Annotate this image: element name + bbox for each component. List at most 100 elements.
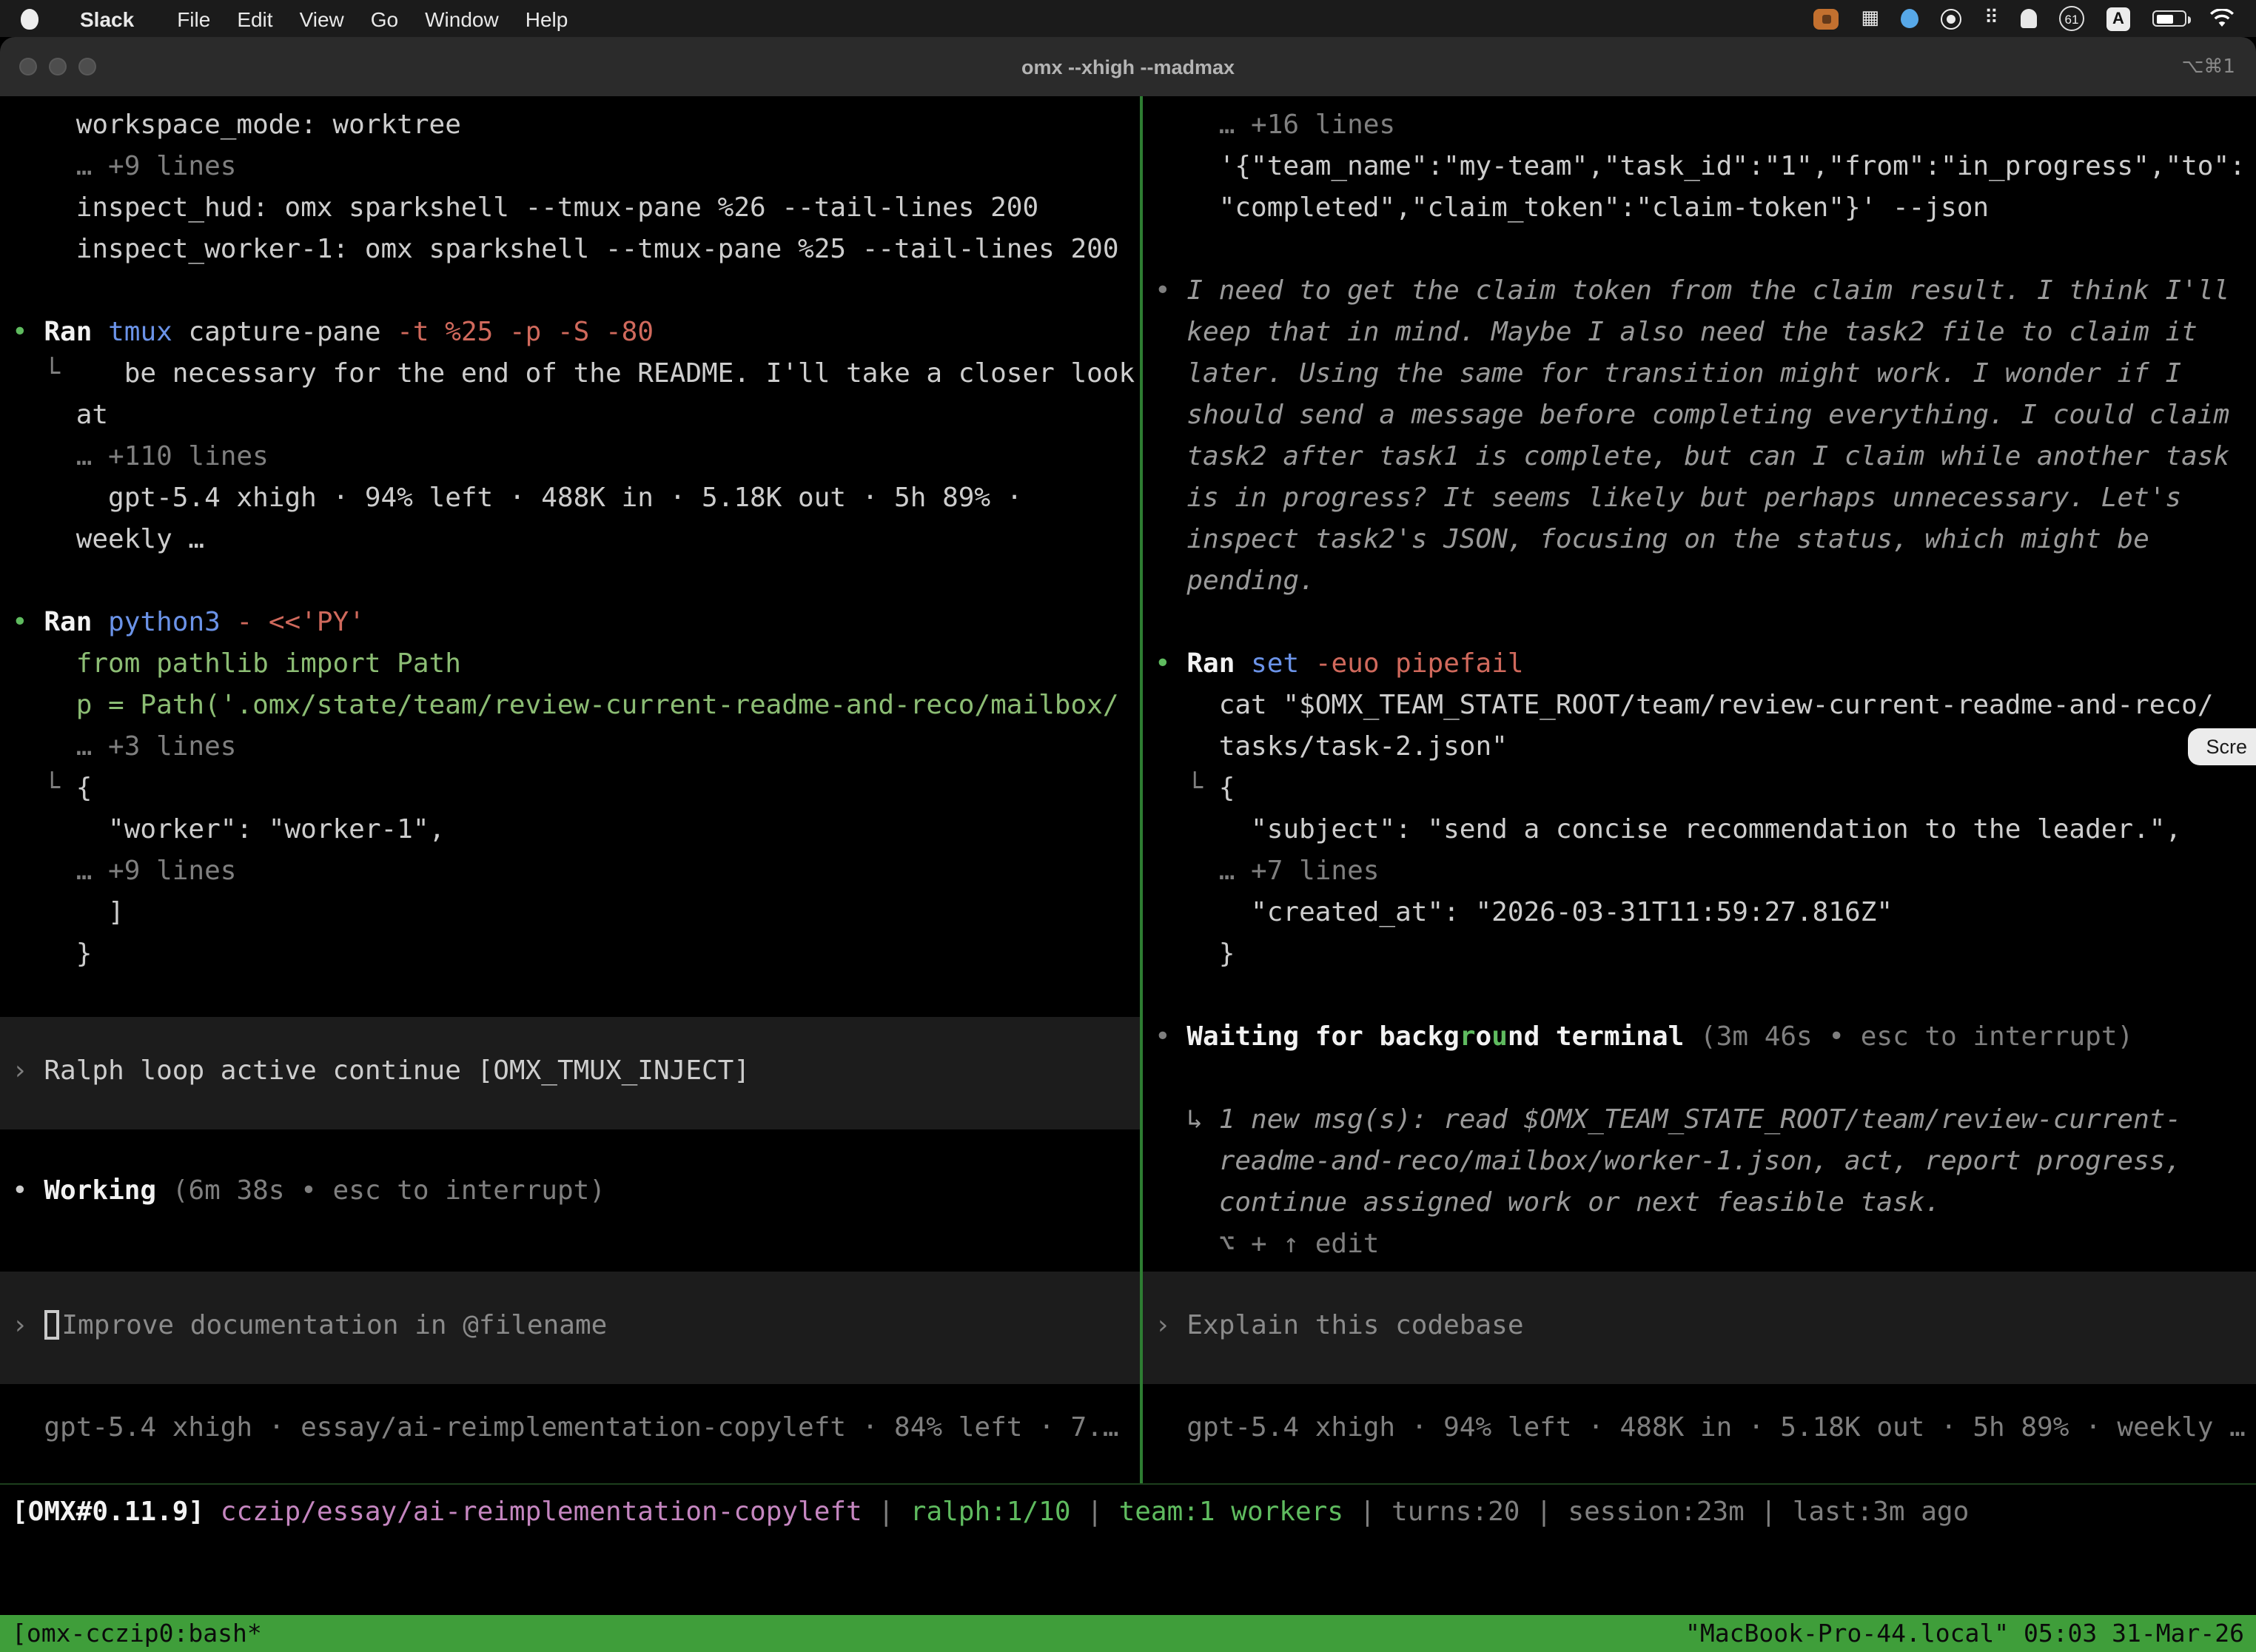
battery-percent-icon[interactable]: 61 — [2059, 6, 2084, 31]
terminal-line: ↳ 1 new msg(s): read $OMX_TEAM_STATE_ROO… — [1143, 1100, 2256, 1141]
text-segment: └ — [12, 358, 76, 389]
text-segment: Ran — [44, 317, 108, 348]
screenshot-tooltip[interactable]: Scre — [2188, 728, 2256, 765]
text-segment: … +7 lines — [1155, 856, 1379, 887]
text-segment: Ran — [1186, 648, 1251, 679]
terminal-line: } — [0, 934, 1140, 976]
text-segment: should send a message before completing … — [1155, 400, 2229, 431]
text-segment: tmux — [108, 317, 172, 348]
disc-shape — [1941, 8, 1962, 29]
text-segment: Improve documentation in @filename — [61, 1310, 607, 1341]
menubar-menus: FileEditViewGoWindowHelp — [164, 7, 581, 30]
text-segment: … +9 lines — [12, 856, 236, 887]
text-segment: cat "$OMX_TEAM_STATE_ROOT/team/review-cu… — [1155, 690, 2214, 721]
text-segment: r — [1460, 1021, 1476, 1052]
terminal-line: … +9 lines — [0, 147, 1140, 188]
text-segment: Ralph loop active continue [OMX_TMUX_INJ… — [44, 1055, 750, 1087]
window-title: omx --xhigh --madmax — [1021, 56, 1235, 78]
text-segment: u — [1491, 1021, 1508, 1052]
menu-item-window[interactable]: Window — [412, 7, 512, 30]
battery-icon[interactable] — [2152, 10, 2186, 27]
text-segment: } — [12, 939, 92, 970]
menu-item-edit[interactable]: Edit — [224, 7, 286, 30]
terminal-line: gpt-5.4 xhigh · essay/ai-reimplementatio… — [0, 1408, 1140, 1449]
blank-line — [0, 561, 1140, 602]
text-segment: (6m 38s • esc to interrupt) — [172, 1175, 605, 1206]
text-segment: • — [1155, 648, 1186, 679]
terminal-line: keep that in mind. Maybe I also need the… — [1143, 312, 2256, 354]
text-segment: continue assigned work or next feasible … — [1155, 1187, 1941, 1218]
pane-left[interactable]: workspace_mode: worktree … +9 lines insp… — [0, 96, 1140, 1483]
text-segment: python3 — [108, 607, 221, 638]
blank-line — [1143, 602, 2256, 644]
text-segment: gpt-5.4 xhigh · 94% left · 488K in · 5.1… — [12, 483, 1022, 514]
text-segment: › — [1155, 1310, 1186, 1341]
ghost-icon[interactable] — [2021, 9, 2037, 28]
text-segment: '{"team_name":"my-team","task_id":"1","f… — [1155, 151, 2246, 182]
terminal-line: weekly … — [0, 520, 1140, 561]
menubar-status-icons: ▦ ⠿ 61 A — [1813, 6, 2235, 31]
text-segment: nd terminal — [1508, 1021, 1700, 1052]
terminal-line: • I need to get the claim token from the… — [1143, 271, 2256, 312]
drop-icon[interactable] — [1901, 9, 1919, 28]
text-segment: p = Path('.omx/state/team/review-current… — [12, 690, 1119, 721]
titlebar[interactable]: omx --xhigh --madmax ⌥⌘1 — [0, 37, 2256, 96]
terminal-line: workspace_mode: worktree — [0, 105, 1140, 147]
battery-fill — [2156, 14, 2172, 23]
text-segment: task2 after task1 is complete, but can I… — [1155, 441, 2229, 472]
apple-menu-icon[interactable] — [21, 8, 38, 29]
text-segment: • — [1155, 275, 1186, 306]
omx-hud: [OMX#0.11.9] cczip/essay/ai-reimplementa… — [0, 1483, 2256, 1615]
terminal-line: └ be necessary for the end of the README… — [0, 354, 1140, 395]
dots-grid-icon[interactable]: ⠿ — [1984, 7, 1998, 30]
text-segment: └ — [12, 773, 76, 804]
terminal-line: gpt-5.4 xhigh · 94% left · 488K in · 5.1… — [1143, 1408, 2256, 1449]
text-segment: Working — [44, 1175, 172, 1206]
text-segment: gpt-5.4 xhigh · essay/ai-reimplementatio… — [12, 1412, 1119, 1443]
text-segment: "subject": "send a concise recommendatio… — [1155, 814, 2181, 845]
text-segment: … +110 lines — [12, 441, 269, 472]
text-segment: Waiting for backg — [1186, 1021, 1459, 1052]
menu-item-file[interactable]: File — [164, 7, 224, 30]
text-segment: • — [12, 317, 44, 348]
terminal-window: omx --xhigh --madmax ⌥⌘1 workspace_mode:… — [0, 37, 2256, 1652]
terminal-line: p = Path('.omx/state/team/review-current… — [0, 685, 1140, 727]
terminal-line: "completed","claim_token":"claim-token"}… — [1143, 188, 2256, 229]
wifi-icon[interactable] — [2209, 9, 2235, 28]
menubar-left: Slack FileEditViewGoWindowHelp — [21, 7, 581, 30]
text-segment: capture-pane — [172, 317, 397, 348]
text-segment: … +9 lines — [12, 151, 236, 182]
text-segment: "created_at": "2026-03-31T11:59:27.816Z" — [1155, 897, 1893, 928]
text-segment: inspect_hud: omx sparkshell --tmux-pane … — [12, 192, 1038, 224]
grid-icon[interactable]: ▦ — [1861, 7, 1879, 30]
terminal-line: continue assigned work or next feasible … — [1143, 1183, 2256, 1224]
prompt-input[interactable]: › Improve documentation in @filename — [0, 1272, 1140, 1384]
text-segment: • — [12, 1175, 44, 1206]
terminal-line: task2 after task1 is complete, but can I… — [1143, 437, 2256, 478]
minimize-button[interactable] — [49, 58, 67, 75]
menu-item-view[interactable]: View — [286, 7, 357, 30]
text-segment: "worker": "worker-1", — [12, 814, 445, 845]
text-segment: cczip/essay/ai-reimplementation-copyleft — [221, 1497, 862, 1528]
menu-item-go[interactable]: Go — [357, 7, 412, 30]
menu-item-help[interactable]: Help — [512, 7, 582, 30]
disc-icon[interactable] — [1941, 8, 1962, 29]
blank-line — [1143, 229, 2256, 271]
text-cursor — [44, 1310, 58, 1340]
tmux-session-label: [omx-cczip0:bash* — [12, 1619, 262, 1648]
menu-item-app[interactable]: Slack — [65, 7, 149, 30]
prompt-suggestion[interactable]: › Explain this codebase — [1143, 1272, 2256, 1384]
zoom-button[interactable] — [78, 58, 96, 75]
text-segment: I need to get the claim token from the c… — [1186, 275, 2229, 306]
screen: Slack FileEditViewGoWindowHelp ▦ ⠿ 61 A — [0, 0, 2256, 1652]
ralph-loop-banner: › Ralph loop active continue [OMX_TMUX_I… — [0, 1017, 1140, 1129]
screen-recording-icon[interactable] — [1813, 8, 1839, 29]
terminal-line: from pathlib import Path — [0, 644, 1140, 685]
text-segment: is in progress? It seems likely but perh… — [1155, 483, 2181, 514]
pane-right[interactable]: … +16 lines '{"team_name":"my-team","tas… — [1143, 96, 2256, 1483]
text-segment: later. Using the same for transition mig… — [1155, 358, 2181, 389]
close-button[interactable] — [19, 58, 37, 75]
spacer — [0, 1212, 1140, 1272]
input-source-icon[interactable]: A — [2106, 7, 2130, 30]
text-segment: team:1 workers — [1119, 1497, 1343, 1528]
